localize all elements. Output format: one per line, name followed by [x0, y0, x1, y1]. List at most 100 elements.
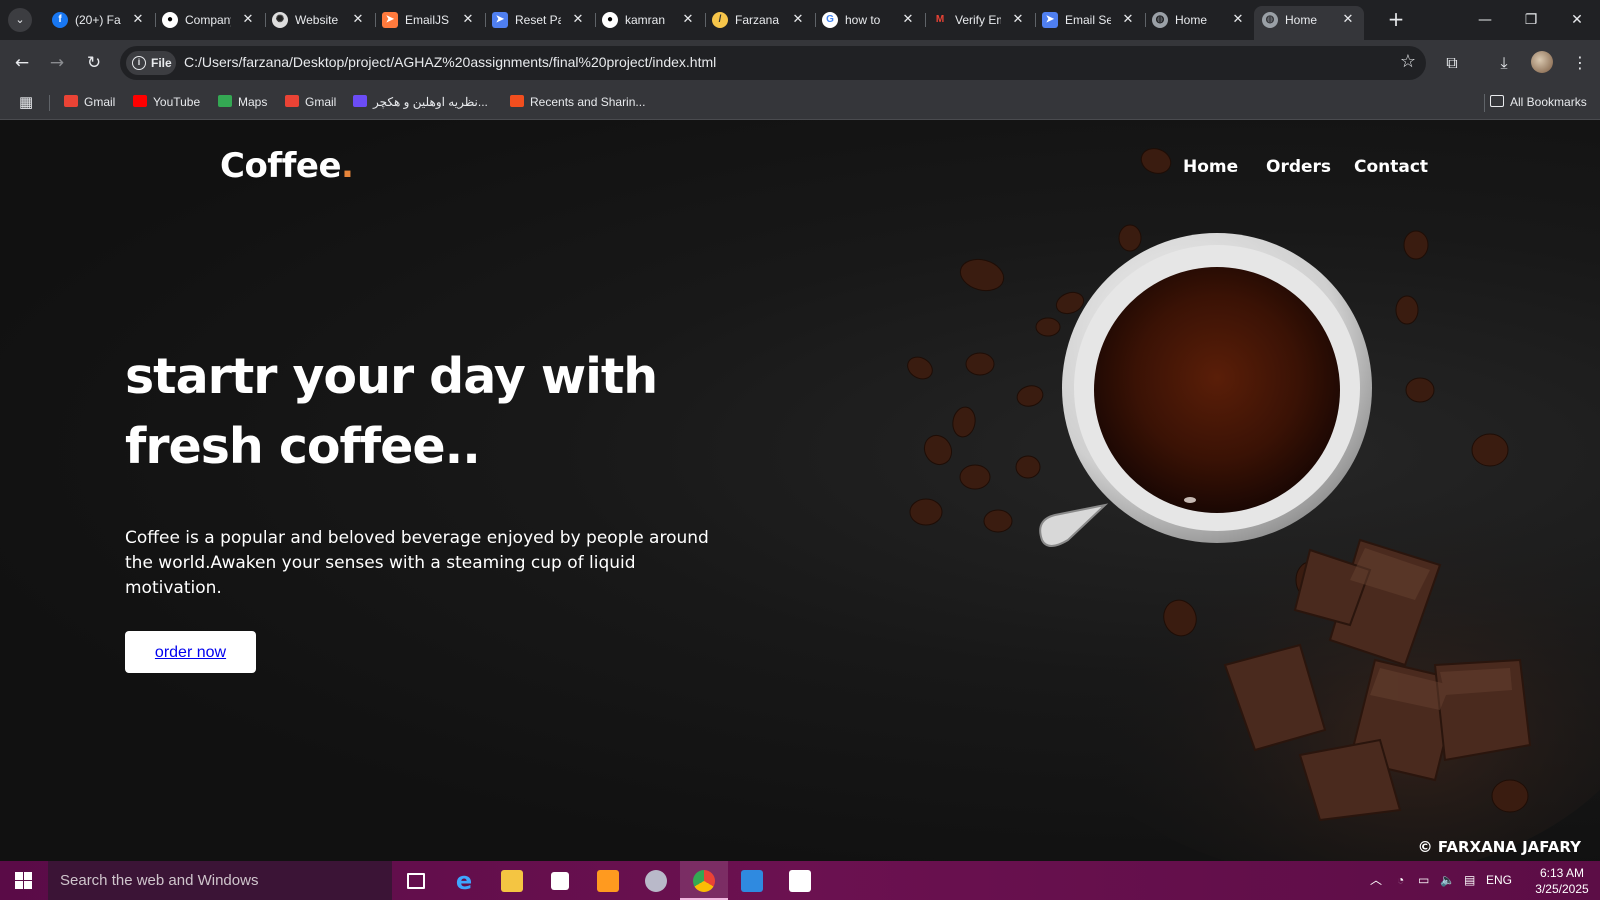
tab-title: Verify Email — [955, 13, 1001, 27]
taskbar-search-input[interactable]: Search the web and Windows — [48, 861, 392, 900]
tab-title: Company — [185, 13, 231, 27]
address-bar[interactable]: i File C:/Users/farzana/Desktop/project/… — [120, 46, 1426, 80]
bookmark-maps[interactable]: Maps — [218, 95, 267, 111]
volume-icon[interactable]: 🔈 — [1440, 861, 1455, 900]
tab-reset-password[interactable]: ➤ Reset Password ✕ — [484, 6, 596, 34]
tab-title: Farzana — [735, 13, 780, 27]
windows-logo-icon — [15, 872, 32, 889]
order-now-link[interactable]: order now — [155, 644, 226, 661]
new-tab-plus-icon[interactable]: + — [1384, 8, 1408, 32]
coffee-landing-page: Coffee. Home Orders Contact startr your … — [0, 120, 1600, 861]
tab-search-chevron-icon[interactable]: ⌄ — [8, 8, 32, 32]
emailjs-blue-icon: ➤ — [1042, 12, 1058, 28]
close-icon[interactable]: ✕ — [240, 11, 256, 27]
copyright-credit: © FARXANA JAFARY — [1417, 838, 1581, 856]
site-info-chip[interactable]: i File — [126, 51, 176, 75]
close-icon[interactable]: ✕ — [130, 11, 146, 27]
photos-icon[interactable] — [776, 861, 824, 900]
close-icon[interactable]: ✕ — [1230, 11, 1246, 27]
window-close-icon[interactable]: ✕ — [1554, 0, 1600, 40]
bookmark-label: YouTube — [153, 95, 201, 109]
close-icon[interactable]: ✕ — [790, 11, 806, 27]
gmail-icon: M — [935, 14, 945, 25]
language-indicator[interactable]: ENG — [1486, 861, 1512, 900]
tab-verify-email[interactable]: M Verify Email ✕ — [924, 6, 1036, 34]
bookmarks-bar: ▦ Gmail YouTube Maps Gmail نظریه اوهلین … — [0, 86, 1600, 120]
bookmark-app-icon — [353, 95, 367, 107]
github-icon: ● — [602, 12, 618, 28]
tab-kamran[interactable]: ● kamran ✕ — [594, 6, 706, 34]
close-icon[interactable]: ✕ — [1010, 11, 1026, 27]
show-hidden-icons[interactable]: ︿ — [1370, 861, 1382, 900]
tab-title: kamran — [625, 13, 666, 27]
tab-title: Home — [1285, 13, 1318, 27]
chrome-icon[interactable] — [680, 861, 728, 900]
download-icon[interactable]: ⤓ — [1492, 51, 1516, 75]
minimize-icon[interactable]: — — [1462, 0, 1508, 40]
tab-email-service[interactable]: ➤ Email Service ✕ — [1034, 6, 1146, 34]
all-bookmarks[interactable]: All Bookmarks — [1490, 95, 1587, 111]
windows-taskbar: Search the web and Windows e ︿ ◔ ▭ 🔈 ▤ E… — [0, 861, 1600, 900]
order-now-button[interactable]: order now — [125, 631, 256, 673]
nav-orders[interactable]: Orders — [1266, 157, 1331, 177]
close-icon[interactable]: ✕ — [350, 11, 366, 27]
close-icon[interactable]: ✕ — [1120, 11, 1136, 27]
nav-contact[interactable]: Contact — [1354, 157, 1428, 177]
globe-icon: ◍ — [1152, 12, 1168, 28]
menu-kebab-icon[interactable]: ⋮ — [1568, 51, 1592, 75]
bookmark-gmail-2[interactable]: Gmail — [285, 95, 336, 111]
app-tools-icon[interactable] — [632, 861, 680, 900]
reload-icon[interactable]: ↻ — [82, 51, 106, 75]
vscode-icon[interactable] — [728, 861, 776, 900]
close-icon[interactable]: ✕ — [900, 11, 916, 27]
app-orange-icon[interactable] — [584, 861, 632, 900]
apps-grid-icon[interactable]: ▦ — [19, 93, 35, 111]
nav-home[interactable]: Home — [1183, 157, 1238, 177]
close-icon[interactable]: ✕ — [1340, 11, 1356, 27]
bookmark-label: Recents and Sharin... — [530, 95, 646, 109]
bookmark-star-icon[interactable]: ☆ — [1400, 51, 1416, 72]
back-arrow-icon[interactable]: ← — [10, 51, 34, 75]
tab-emailjs[interactable]: ➤ EmailJS ✕ — [374, 6, 486, 34]
hero-description: Coffee is a popular and beloved beverage… — [125, 528, 709, 598]
tab-title: (20+) Facebook — [75, 13, 121, 27]
close-icon[interactable]: ✕ — [680, 11, 696, 27]
tab-farzana[interactable]: / Farzana ✕ — [704, 6, 816, 34]
forward-arrow-icon[interactable]: → — [45, 51, 69, 75]
taskbar-clock[interactable]: 6:13 AM 3/25/2025 — [1530, 865, 1594, 897]
tab-home[interactable]: ◍ Home ✕ — [1144, 6, 1254, 34]
store-icon[interactable] — [536, 861, 584, 900]
notification-icon[interactable]: ▤ — [1464, 861, 1475, 900]
tab-company[interactable]: ● Company ✕ — [154, 6, 266, 34]
tab-home-active[interactable]: ◍ Home ✕ — [1254, 6, 1364, 40]
bookmark-figma[interactable]: Recents and Sharin... — [510, 95, 645, 111]
bookmark-youtube[interactable]: YouTube — [133, 95, 200, 111]
tab-title: Website — [295, 13, 339, 27]
all-bookmarks-label: All Bookmarks — [1510, 95, 1587, 109]
profile-avatar[interactable] — [1531, 51, 1553, 73]
clock-time: 6:13 AM — [1539, 866, 1585, 880]
restore-icon[interactable]: ❐ — [1508, 0, 1554, 40]
start-button[interactable] — [0, 861, 48, 900]
url-text[interactable]: C:/Users/farzana/Desktop/project/AGHAZ%2… — [184, 54, 716, 70]
tab-facebook[interactable]: f (20+) Facebook ✕ — [44, 6, 156, 34]
close-icon[interactable]: ✕ — [570, 11, 586, 27]
battery-icon[interactable]: ▭ — [1418, 861, 1429, 900]
browser-toolbar: ← → ↻ i File C:/Users/farzana/Desktop/pr… — [0, 40, 1600, 86]
site-logo[interactable]: Coffee. — [220, 146, 354, 186]
bookmark-gmail[interactable]: Gmail — [64, 95, 115, 111]
emailjs-blue-icon: ➤ — [492, 12, 508, 28]
bookmark-label: Maps — [238, 95, 268, 109]
openai-icon: ✺ — [272, 12, 288, 28]
close-icon[interactable]: ✕ — [460, 11, 476, 27]
network-icon[interactable]: ◔ — [1397, 861, 1404, 900]
task-view-icon[interactable] — [392, 861, 440, 900]
bookmark-persian[interactable]: نظریه اوهلین و هکچر... — [353, 95, 488, 111]
hero-headline: startr your day with fresh coffee.. — [125, 348, 658, 475]
tab-website[interactable]: ✺ Website ✕ — [264, 6, 376, 34]
extensions-puzzle-icon[interactable]: ⧉ — [1440, 51, 1464, 75]
edge-icon[interactable]: e — [440, 861, 488, 900]
bookmark-label: Gmail — [305, 95, 337, 109]
file-explorer-icon[interactable] — [488, 861, 536, 900]
tab-how-to[interactable]: G how to ✕ — [814, 6, 926, 34]
